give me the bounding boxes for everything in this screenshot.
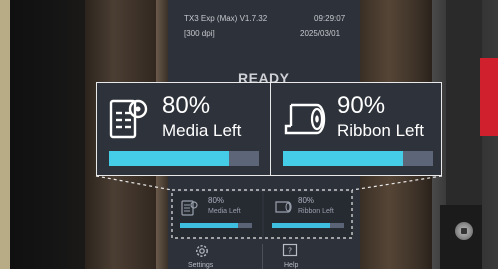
date-label: 2025/03/01 [300, 29, 341, 38]
screw-slot [461, 228, 467, 234]
model-label: TX3 Exp (Max) V1.7.32 [184, 14, 268, 23]
help-icon[interactable]: ? [282, 243, 298, 259]
time-label: 09:29:07 [314, 14, 346, 23]
dpi-label: [300 dpi] [184, 29, 215, 38]
ribbon-roll-icon [275, 201, 292, 213]
device-frame-left [10, 0, 88, 269]
mini-media-bar [180, 223, 252, 228]
mini-media-label: Media Left [208, 208, 241, 215]
ribbon-roll-icon [284, 103, 326, 135]
ribbon-label: Ribbon Left [337, 121, 424, 140]
mini-ribbon-label: Ribbon Left [298, 208, 334, 215]
mini-media-percent: 80% [208, 196, 225, 205]
ribbon-percent: 90% [337, 92, 386, 119]
menu-divider [262, 244, 263, 269]
media-roll-icon [181, 200, 198, 216]
mini-ribbon-percent: 80% [298, 196, 315, 205]
supply-zoom-callout: 80% Media Left 90% Ribbon Left [96, 82, 442, 176]
device-bezel [0, 0, 10, 269]
media-level-fill [109, 151, 229, 166]
gear-icon[interactable] [194, 243, 210, 259]
media-percent: 80% [162, 92, 211, 119]
red-label [480, 58, 498, 136]
svg-text:?: ? [288, 247, 292, 256]
media-roll-icon [109, 99, 148, 139]
media-label: Media Left [162, 121, 242, 140]
mini-ribbon-fill [272, 223, 330, 228]
mini-ribbon-card[interactable]: 80% Ribbon Left [264, 192, 352, 238]
ribbon-level-fill [283, 151, 403, 166]
media-level-bar [109, 151, 259, 166]
callout-divider [270, 82, 271, 176]
mini-media-fill [180, 223, 238, 228]
settings-button-label[interactable]: Settings [188, 262, 213, 269]
help-button-label[interactable]: Help [284, 262, 298, 269]
mini-media-card[interactable]: 80% Media Left [172, 192, 262, 238]
mini-ribbon-bar [272, 223, 344, 228]
ribbon-level-bar [283, 151, 433, 166]
